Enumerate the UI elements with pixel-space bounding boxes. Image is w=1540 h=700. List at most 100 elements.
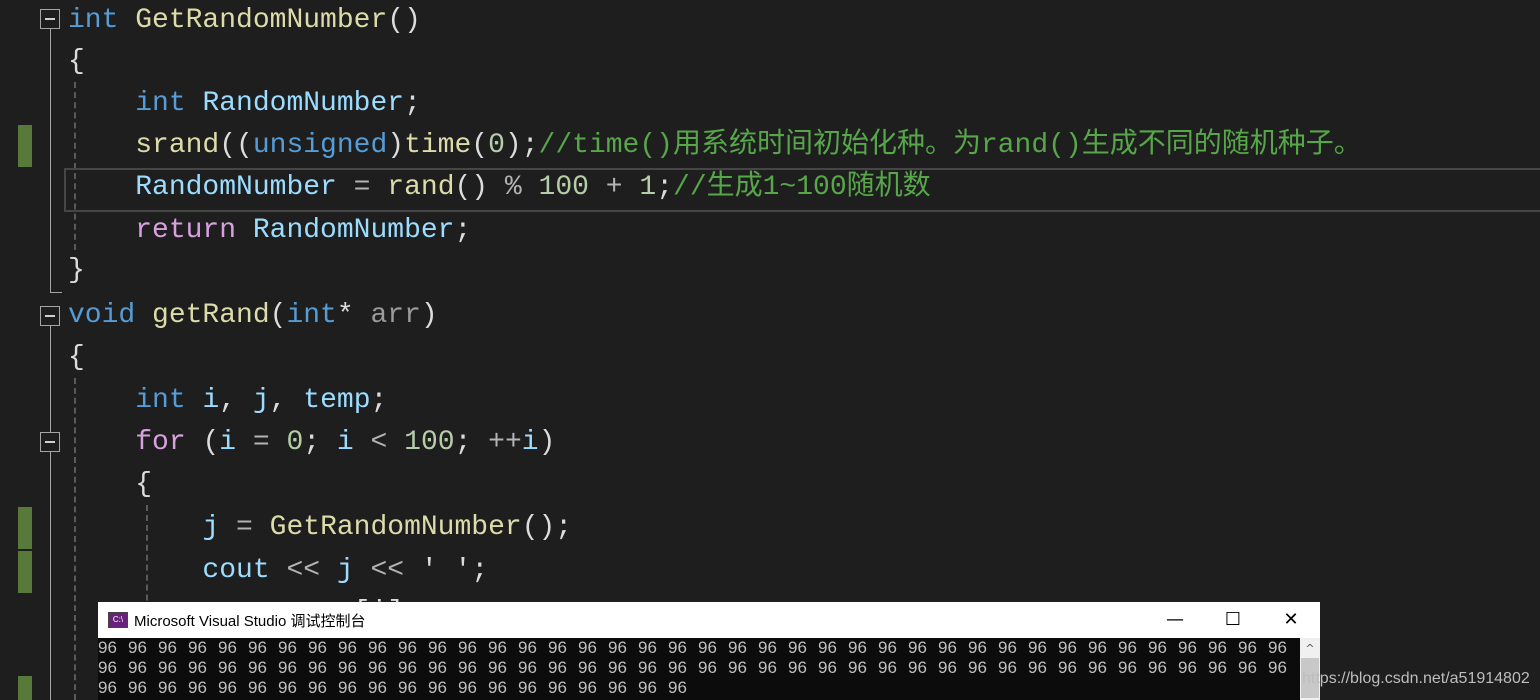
output-number: 96	[698, 658, 717, 677]
output-number: 96	[488, 638, 507, 657]
code-line[interactable]: {	[68, 464, 152, 506]
output-number: 96	[488, 658, 507, 677]
output-number: 96	[668, 678, 687, 697]
code-token: ,	[219, 385, 253, 416]
code-token: )	[387, 130, 405, 161]
output-number: 96	[938, 658, 957, 677]
output-number: 96	[188, 678, 207, 697]
output-number: 96	[548, 678, 567, 697]
output-number: 96	[1058, 658, 1077, 677]
code-token: (	[471, 130, 489, 161]
debug-console-window[interactable]: C:\ Microsoft Visual Studio 调试控制台 — ☐ ✕ …	[98, 602, 1320, 700]
code-token: GetRandomNumber	[135, 5, 388, 36]
fold-line	[50, 292, 62, 293]
output-number: 96	[998, 638, 1017, 657]
code-token: {	[68, 46, 85, 77]
output-number: 96	[188, 658, 207, 677]
code-token: ;	[303, 427, 337, 458]
code-token: j	[336, 555, 354, 586]
output-number: 96	[848, 658, 867, 677]
console-scrollbar[interactable]: ^	[1300, 638, 1320, 700]
code-line[interactable]: for (i = 0; i < 100; ++i)	[68, 422, 555, 464]
collapse-icon[interactable]	[40, 9, 60, 29]
output-number: 96	[368, 638, 387, 657]
code-line[interactable]: }	[68, 250, 85, 292]
output-number: 96	[1178, 638, 1197, 657]
output-number: 96	[1148, 658, 1167, 677]
output-number: 96	[1088, 638, 1107, 657]
output-number: 96	[818, 658, 837, 677]
output-number: 96	[908, 638, 927, 657]
code-token: cout	[202, 555, 270, 586]
output-number: 96	[608, 678, 627, 697]
code-line[interactable]: RandomNumber = rand() % 100 + 1;//生成1~10…	[68, 167, 930, 209]
code-token: {	[68, 469, 153, 500]
maximize-button[interactable]: ☐	[1204, 602, 1262, 638]
console-output: 96 96 96 96 96 96 96 96 96 96 96 96 96 96 96 96 96 96 96 96…	[98, 638, 1300, 700]
code-token: int	[68, 5, 136, 36]
code-token: <<	[269, 555, 337, 586]
code-token: getRand	[152, 300, 270, 331]
code-token: rand	[387, 172, 455, 203]
code-token: }	[68, 255, 85, 286]
console-title: Microsoft Visual Studio 调试控制台	[134, 612, 366, 630]
code-line[interactable]: {	[68, 337, 85, 379]
output-number: 96	[548, 658, 567, 677]
code-line[interactable]: srand((unsigned)time(0);//time()用系统时间初始化…	[68, 125, 1362, 167]
output-number: 96	[398, 638, 417, 657]
code-token: =	[236, 427, 287, 458]
code-token: ;	[404, 88, 421, 119]
output-number: 96	[368, 658, 387, 677]
code-token: RandomNumber	[252, 215, 455, 246]
output-number: 96	[1268, 638, 1287, 657]
output-number: 96	[518, 658, 537, 677]
code-line[interactable]: {	[68, 41, 85, 83]
code-token: for	[135, 427, 203, 458]
output-number: 96	[128, 678, 147, 697]
code-line[interactable]: j = GetRandomNumber();	[68, 507, 572, 549]
output-number: 96	[308, 638, 327, 657]
fold-line	[50, 326, 51, 432]
code-token: time	[404, 130, 472, 161]
output-number: 96	[668, 638, 687, 657]
output-number: 96	[878, 658, 897, 677]
code-token: ;	[454, 427, 489, 458]
output-number: 96	[218, 678, 237, 697]
code-line[interactable]: cout << j << ' ';	[68, 550, 488, 592]
output-number: 96	[428, 658, 447, 677]
code-line[interactable]: int i, j, temp;	[68, 380, 387, 422]
console-title-bar[interactable]: C:\ Microsoft Visual Studio 调试控制台	[98, 602, 1320, 638]
output-number: 96	[308, 658, 327, 677]
output-number: 96	[158, 678, 177, 697]
code-token: <	[353, 427, 405, 458]
code-token: ,	[269, 385, 304, 416]
output-number: 96	[248, 678, 267, 697]
close-button[interactable]: ✕	[1262, 602, 1320, 638]
output-number: 96	[788, 658, 807, 677]
output-number: 96	[278, 658, 297, 677]
code-token: int	[135, 88, 203, 119]
minimize-button[interactable]: —	[1146, 602, 1204, 638]
code-token: <<	[353, 555, 421, 586]
collapse-icon[interactable]	[40, 432, 60, 452]
output-number: 96	[218, 658, 237, 677]
code-line[interactable]: int RandomNumber;	[68, 83, 421, 125]
output-number: 96	[398, 678, 417, 697]
change-marker	[18, 676, 32, 700]
output-number: 96	[758, 638, 777, 657]
code-line[interactable]: return RandomNumber;	[68, 210, 471, 252]
code-line[interactable]: int GetRandomNumber()	[68, 0, 421, 42]
code-line[interactable]: void getRand(int* arr)	[68, 295, 438, 337]
scroll-up-icon[interactable]: ^	[1300, 638, 1320, 658]
collapse-icon[interactable]	[40, 306, 60, 326]
output-number: 96	[818, 638, 837, 657]
output-number: 96	[158, 638, 177, 657]
output-number: 96	[1148, 638, 1167, 657]
output-number: 96	[458, 678, 477, 697]
code-token: (	[269, 300, 287, 331]
output-number: 96	[278, 638, 297, 657]
code-token: //time()用系统时间初始化种。为rand()生成不同的随机种子。	[538, 130, 1362, 161]
